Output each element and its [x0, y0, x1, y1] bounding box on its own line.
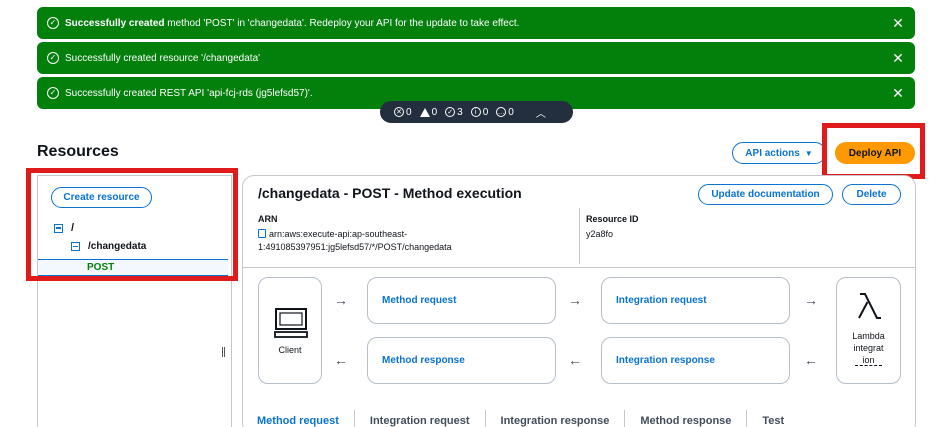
resource-tree-panel — [37, 175, 232, 427]
close-icon[interactable]: ✕ — [889, 14, 907, 32]
warning-count: 0 — [419, 107, 437, 118]
success-icon: ✓ — [47, 87, 59, 99]
arrow-left-icon: ← — [334, 352, 348, 368]
error-icon: ✕ — [394, 107, 404, 117]
tab-method-response[interactable]: Method response — [625, 410, 748, 427]
method-tabs: Method request Integration request Integ… — [242, 410, 799, 427]
in-progress-icon: … — [496, 107, 507, 117]
flash-message: Successfully created resource '/changeda… — [65, 52, 261, 64]
arrow-right-icon: → — [804, 292, 818, 308]
resize-handle[interactable] — [222, 347, 225, 357]
info-count: i0 — [470, 107, 488, 118]
close-icon[interactable]: ✕ — [889, 84, 907, 102]
tab-integration-request[interactable]: Integration request — [355, 410, 486, 427]
tab-test[interactable]: Test — [747, 410, 799, 427]
tree-item-post[interactable]: POST — [38, 259, 228, 276]
resource-id-value: y2a8fo — [586, 229, 614, 239]
method-response-card[interactable]: Method response — [367, 337, 556, 384]
error-count: ✕ 0 — [394, 107, 412, 118]
method-request-card[interactable]: Method request — [367, 277, 556, 324]
tree-item-root[interactable]: / — [54, 222, 74, 234]
flash-message: Successfully created REST API 'api-fcj-r… — [65, 87, 313, 99]
lambda-label: Lambda integrat ion — [852, 331, 885, 366]
update-documentation-button[interactable]: Update documentation — [698, 184, 833, 205]
arn-label: ARN — [258, 214, 278, 224]
lambda-icon — [858, 293, 881, 319]
api-actions-button[interactable]: API actions ▼ — [732, 142, 826, 164]
in-progress-count: … 0 — [496, 106, 514, 118]
flash-message: Successfully created method 'POST' in 'c… — [65, 17, 520, 29]
close-icon[interactable]: ✕ — [889, 49, 907, 67]
copy-icon[interactable] — [258, 229, 266, 238]
flash-notification: ✓ Successfully created method 'POST' in … — [37, 7, 915, 39]
lambda-integration-card[interactable]: Lambda integrat ion — [836, 277, 901, 384]
success-icon: ✓ — [47, 52, 59, 64]
arn-value: arn:aws:execute-api:ap-southeast- 1:4910… — [258, 229, 452, 252]
arrow-left-icon: ← — [804, 352, 818, 368]
page-title: Resources — [37, 143, 119, 160]
arrow-left-icon: ← — [568, 352, 582, 368]
integration-response-card[interactable]: Integration response — [601, 337, 790, 384]
api-actions-label: API actions — [745, 147, 800, 159]
create-resource-button[interactable]: Create resource — [51, 187, 152, 208]
tab-method-request[interactable]: Method request — [242, 410, 355, 427]
method-title: /changedata - POST - Method execution — [258, 185, 522, 201]
success-icon: ✓ — [47, 17, 59, 29]
info-icon: i — [470, 107, 481, 117]
success-icon: ✓ — [445, 107, 456, 117]
warning-icon — [419, 107, 430, 117]
delete-button[interactable]: Delete — [842, 184, 901, 205]
flash-notification: ✓ Successfully created resource '/change… — [37, 42, 915, 74]
divider — [579, 208, 580, 264]
deploy-api-button[interactable]: Deploy API — [835, 142, 915, 164]
arrow-right-icon: → — [568, 292, 582, 308]
tree-item-changedata[interactable]: /changedata — [71, 241, 146, 252]
client-label: Client — [278, 345, 302, 355]
collapse-icon[interactable] — [71, 242, 80, 251]
success-count: ✓ 3 — [445, 107, 463, 118]
collapse-icon[interactable] — [54, 223, 63, 233]
notification-counter[interactable]: ✕ 0 0 ✓ 3 i0 … 0 ︿ — [380, 101, 573, 123]
arrow-right-icon: → — [334, 292, 348, 308]
divider — [242, 267, 916, 268]
tab-integration-response[interactable]: Integration response — [486, 410, 626, 427]
caret-down-icon: ▼ — [804, 148, 813, 158]
client-card: Client — [258, 277, 322, 384]
resource-id-label: Resource ID — [586, 214, 639, 224]
client-monitor-icon — [274, 308, 308, 338]
chevron-up-icon[interactable]: ︿ — [536, 105, 546, 120]
integration-request-card[interactable]: Integration request — [601, 277, 790, 324]
